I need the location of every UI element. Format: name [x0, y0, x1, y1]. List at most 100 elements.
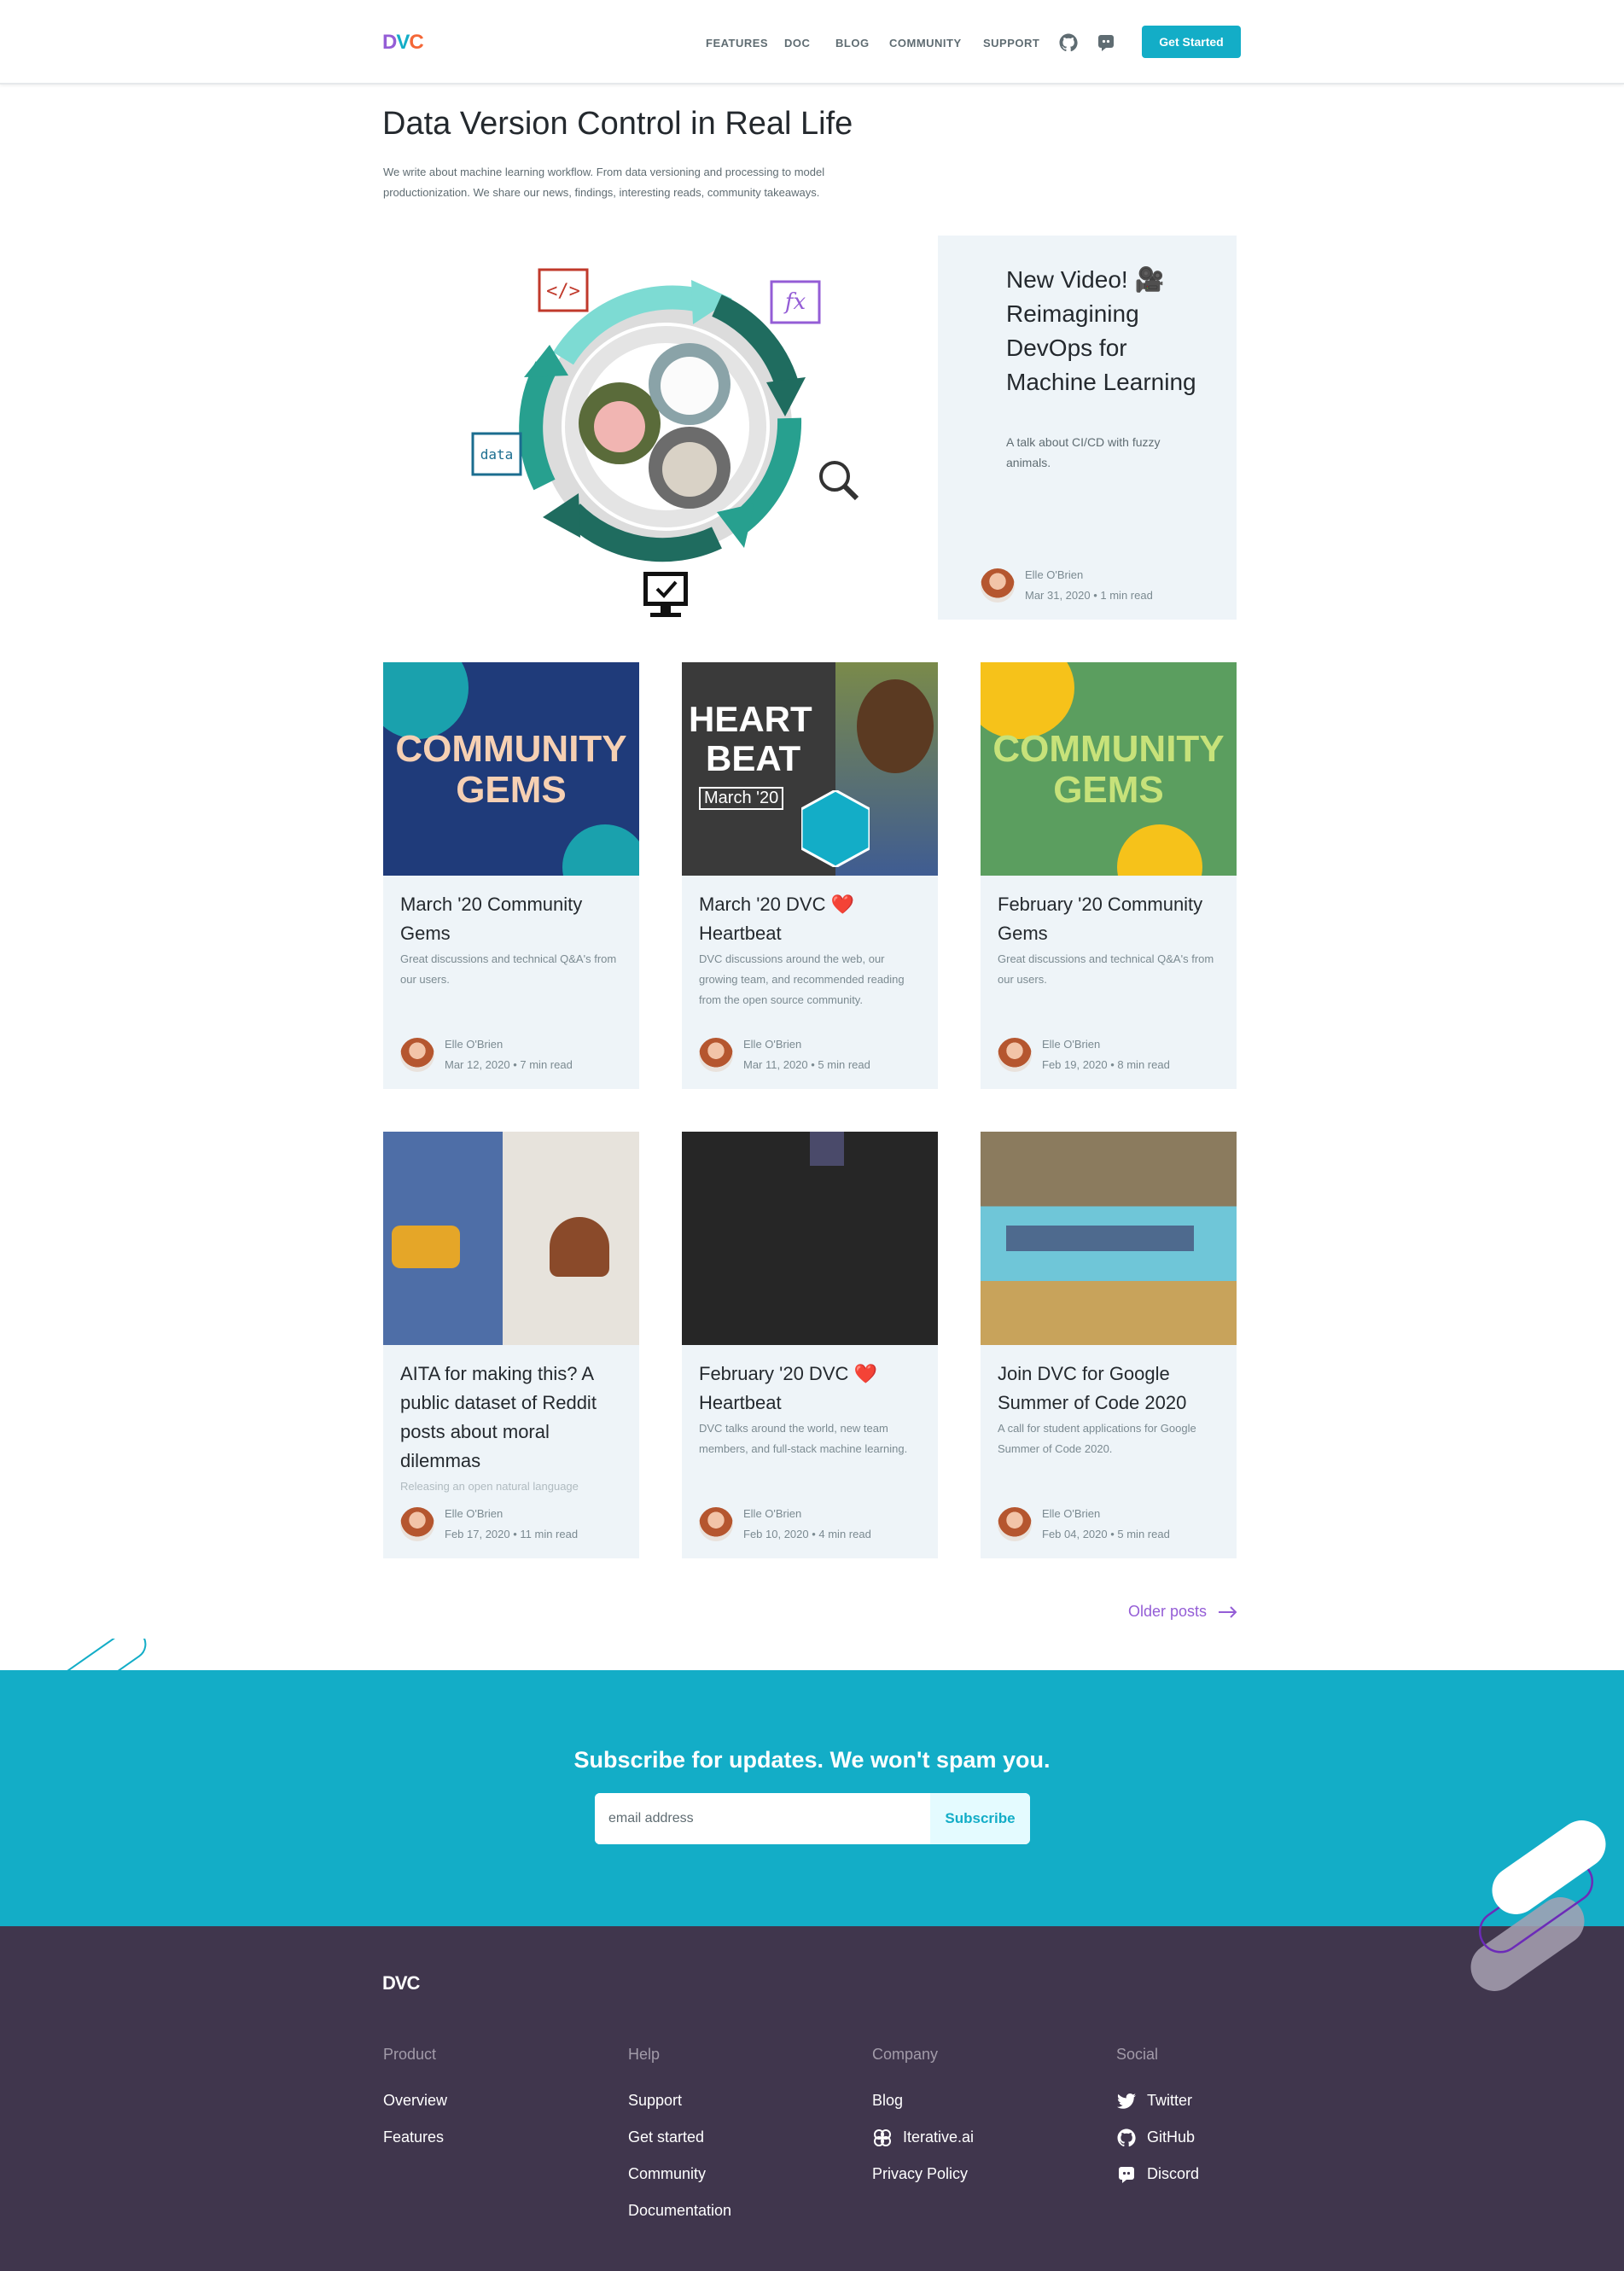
avatar	[998, 1507, 1032, 1541]
featured-post-description: A talk about CI/CD with fuzzy animals.	[1006, 435, 1161, 469]
image-text-bottom: GEMS	[1053, 769, 1164, 811]
nav-support[interactable]: SUPPORT	[983, 37, 1039, 49]
footer-column-company: Company Blog Iterative.ai Privacy Policy	[872, 2046, 974, 2192]
post-author: Elle O'Brien Mar 11, 2020 • 5 min read	[699, 1034, 870, 1075]
post-title[interactable]: AITA for making this? A public dataset o…	[400, 1360, 622, 1476]
discord-icon	[1119, 2166, 1134, 2183]
footer-link-label: Iterative.ai	[903, 2128, 975, 2146]
nav-doc[interactable]: DOC	[784, 37, 810, 49]
footer-link-iterative[interactable]: Iterative.ai	[872, 2119, 974, 2156]
avatar	[400, 1507, 434, 1541]
footer-link-label: Privacy Policy	[872, 2165, 969, 2182]
hero-illustration[interactable]: </> fx data	[461, 256, 870, 632]
post-image	[682, 1132, 938, 1345]
footer-column-title: Company	[872, 2046, 939, 2063]
footer-link-discord[interactable]: Discord	[1116, 2156, 1199, 2192]
arrow-right-icon	[1219, 1605, 1237, 1618]
data-label: data	[480, 446, 514, 463]
post-card[interactable]: COMMUNITY GEMS March '20 Community Gems …	[383, 662, 639, 1089]
post-title[interactable]: Join DVC for Google Summer of Code 2020	[998, 1360, 1219, 1418]
image-text-top: HEART	[689, 699, 812, 739]
footer-column-social: Social Twitter GitHub Discord	[1116, 2046, 1199, 2192]
footer-link-github[interactable]: GitHub	[1116, 2119, 1199, 2156]
discord-icon[interactable]	[1096, 32, 1116, 53]
author-name: Elle O'Brien	[743, 1038, 802, 1051]
post-meta: Mar 31, 2020 • 1 min read	[1025, 589, 1153, 602]
footer-link-privacy[interactable]: Privacy Policy	[872, 2156, 974, 2192]
fx-label: fx	[783, 289, 806, 315]
post-meta: Mar 12, 2020 • 7 min read	[445, 1058, 573, 1071]
page-description: We write about machine learning workflow…	[383, 166, 825, 199]
post-card[interactable]: Join DVC for Google Summer of Code 2020 …	[981, 1132, 1237, 1558]
avatar	[981, 568, 1015, 603]
post-author: Elle O'Brien Feb 17, 2020 • 11 min read	[400, 1504, 578, 1545]
post-meta: Feb 04, 2020 • 5 min read	[1042, 1528, 1170, 1540]
subscribe-button[interactable]: Subscribe	[930, 1793, 1030, 1844]
code-label: </>	[546, 281, 580, 302]
site-header: DVC FEATURES DOC BLOG COMMUNITY SUPPORT …	[0, 0, 1624, 84]
post-card[interactable]: February '20 DVC ❤️Heartbeat DVC talks a…	[682, 1132, 938, 1558]
featured-post-card[interactable]: New Video! 🎥 Reimagining DevOps for Mach…	[938, 236, 1237, 620]
author-name: Elle O'Brien	[445, 1038, 503, 1051]
footer-link-community[interactable]: Community	[628, 2156, 731, 2192]
featured-post-author: Elle O'Brien Mar 31, 2020 • 1 min read	[981, 565, 1153, 606]
footer-link-get-started[interactable]: Get started	[628, 2119, 731, 2156]
footer-column-help: Help Support Get started Community Docum…	[628, 2046, 731, 2229]
post-card[interactable]: AITA for making this? A public dataset o…	[383, 1132, 639, 1558]
post-title[interactable]: February '20 Community Gems	[998, 890, 1219, 948]
page-title: Data Version Control in Real Life	[382, 106, 853, 142]
post-author: Elle O'Brien Feb 04, 2020 • 5 min read	[998, 1504, 1170, 1545]
post-title[interactable]: March '20 Community Gems	[400, 890, 622, 948]
footer-link-blog[interactable]: Blog	[872, 2082, 974, 2119]
footer-link-documentation[interactable]: Documentation	[628, 2192, 731, 2229]
nav-features[interactable]: FEATURES	[706, 37, 768, 49]
nav-community[interactable]: COMMUNITY	[889, 37, 962, 49]
image-text-tag: March '20	[699, 787, 784, 810]
footer-column-title: Help	[628, 2046, 661, 2063]
footer-link-label: GitHub	[1147, 2128, 1196, 2146]
subscribe-section: Subscribe for updates. We won't spam you…	[0, 1670, 1624, 1926]
post-description: Releasing an open natural language	[400, 1480, 579, 1493]
avatar	[699, 1038, 733, 1072]
footer-link-twitter[interactable]: Twitter	[1116, 2082, 1199, 2119]
older-posts-link[interactable]: Older posts	[1128, 1603, 1237, 1621]
dvc-logo[interactable]: DVC	[382, 31, 424, 55]
footer-link-label: Blog	[872, 2092, 904, 2109]
image-text-top: COMMUNITY	[395, 728, 627, 770]
avatar	[400, 1038, 434, 1072]
author-name: Elle O'Brien	[445, 1507, 503, 1520]
post-card[interactable]: HEART BEAT March '20 March '20 DVC ❤️Hea…	[682, 662, 938, 1089]
nav-blog[interactable]: BLOG	[835, 37, 870, 49]
footer-link-support[interactable]: Support	[628, 2082, 731, 2119]
post-meta: Feb 10, 2020 • 4 min read	[743, 1528, 871, 1540]
footer-link-overview[interactable]: Overview	[383, 2082, 447, 2119]
author-name: Elle O'Brien	[1042, 1507, 1101, 1520]
subscribe-form: Subscribe	[595, 1793, 1030, 1844]
featured-post-title[interactable]: New Video! 🎥 Reimagining DevOps for Mach…	[1006, 263, 1202, 399]
author-name: Elle O'Brien	[1025, 568, 1084, 581]
avatar	[699, 1507, 733, 1541]
post-title[interactable]: March '20 DVC ❤️Heartbeat	[699, 890, 921, 948]
github-icon	[1117, 2128, 1136, 2146]
iterative-icon	[874, 2128, 891, 2146]
footer-column-title: Social	[1116, 2046, 1159, 2063]
github-icon[interactable]	[1058, 32, 1079, 53]
post-description: A call for student applications for Goog…	[998, 1422, 1196, 1455]
image-text-top: COMMUNITY	[992, 728, 1225, 770]
twitter-icon	[1117, 2093, 1136, 2109]
post-author: Elle O'Brien Feb 10, 2020 • 4 min read	[699, 1504, 871, 1545]
email-input[interactable]	[595, 1793, 930, 1844]
footer-logo[interactable]: DVC	[382, 1972, 420, 1994]
post-image: COMMUNITY GEMS	[383, 662, 639, 876]
footer-link-features[interactable]: Features	[383, 2119, 447, 2156]
author-name: Elle O'Brien	[1042, 1038, 1101, 1051]
footer-link-label: Twitter	[1147, 2092, 1193, 2109]
older-posts-label: Older posts	[1128, 1603, 1208, 1620]
post-card[interactable]: COMMUNITY GEMS February '20 Community Ge…	[981, 662, 1237, 1089]
post-title[interactable]: February '20 DVC ❤️Heartbeat	[699, 1360, 921, 1418]
post-description: Great discussions and technical Q&A's fr…	[400, 952, 617, 986]
post-meta: Mar 11, 2020 • 5 min read	[743, 1058, 870, 1071]
get-started-button[interactable]: Get Started	[1142, 26, 1241, 58]
post-description: DVC talks around the world, new team mem…	[699, 1422, 908, 1455]
post-meta: Feb 17, 2020 • 11 min read	[445, 1528, 579, 1540]
